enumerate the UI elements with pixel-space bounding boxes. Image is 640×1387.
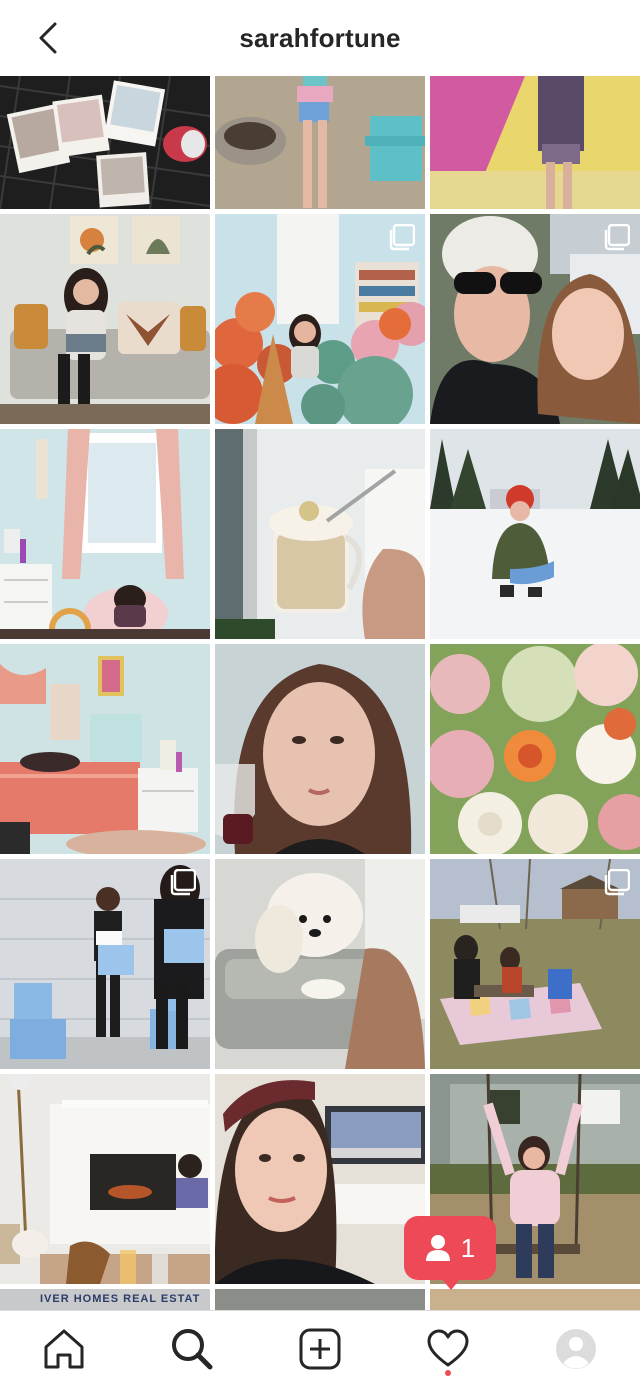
chevron-left-icon [39, 22, 57, 54]
post-hot-cocoa-mug[interactable] [215, 429, 425, 639]
heart-icon [427, 1329, 469, 1367]
nav-search[interactable] [128, 1311, 256, 1387]
multiple-posts-icon [604, 224, 630, 251]
post-selfie-wine[interactable] [215, 644, 425, 854]
post-row7-middle[interactable] [215, 1289, 425, 1310]
profile-avatar-icon [556, 1329, 596, 1369]
new-post-icon [299, 1328, 341, 1370]
back-button[interactable] [28, 18, 68, 58]
post-girl-sofa[interactable] [0, 214, 210, 424]
top-bar: sarahfortune [0, 0, 640, 76]
search-icon [172, 1329, 213, 1370]
multiple-posts-icon [170, 869, 196, 896]
profile-username-title: sarahfortune [239, 22, 401, 53]
notification-count: 1 [460, 1232, 476, 1263]
post-polaroids-table[interactable] [0, 76, 210, 209]
post-girl-in-snow[interactable] [430, 429, 640, 639]
nav-new-post[interactable] [256, 1311, 384, 1387]
post-flower-bouquet[interactable] [430, 644, 640, 854]
post-picnic-blanket[interactable] [430, 859, 640, 1069]
person-icon [425, 1235, 450, 1261]
real-estate-caption: IVER HOMES REAL ESTAT [40, 1293, 201, 1305]
home-icon [44, 1329, 84, 1369]
notification-bubble-tail [441, 1278, 461, 1290]
post-child-firepit[interactable] [215, 76, 425, 209]
multiple-posts-icon [389, 224, 415, 251]
post-row7-right[interactable] [430, 1289, 640, 1310]
multiple-posts-icon [604, 869, 630, 896]
activity-notification-bubble[interactable]: 1 [404, 1216, 496, 1280]
posts-grid: IVER HOMES REAL ESTAT [0, 76, 640, 1310]
post-girls-with-boxes[interactable] [0, 859, 210, 1069]
post-white-dog-chair[interactable] [215, 859, 425, 1069]
post-kids-bedroom[interactable] [0, 429, 210, 639]
post-selfie-tv[interactable] [215, 1074, 425, 1284]
post-girl-yellow-wall[interactable] [430, 76, 640, 209]
post-girl-bedroom-reading[interactable] [0, 644, 210, 854]
post-selfie-mother-daughter[interactable] [430, 214, 640, 424]
nav-profile[interactable] [512, 1311, 640, 1387]
post-real-estate-sign[interactable]: IVER HOMES REAL ESTAT [0, 1289, 210, 1310]
post-girl-balloons[interactable] [215, 214, 425, 424]
post-fireplace-living-room[interactable] [0, 1074, 210, 1284]
activity-indicator-dot [445, 1370, 451, 1376]
nav-home[interactable] [0, 1311, 128, 1387]
bottom-navigation-bar [0, 1310, 640, 1387]
